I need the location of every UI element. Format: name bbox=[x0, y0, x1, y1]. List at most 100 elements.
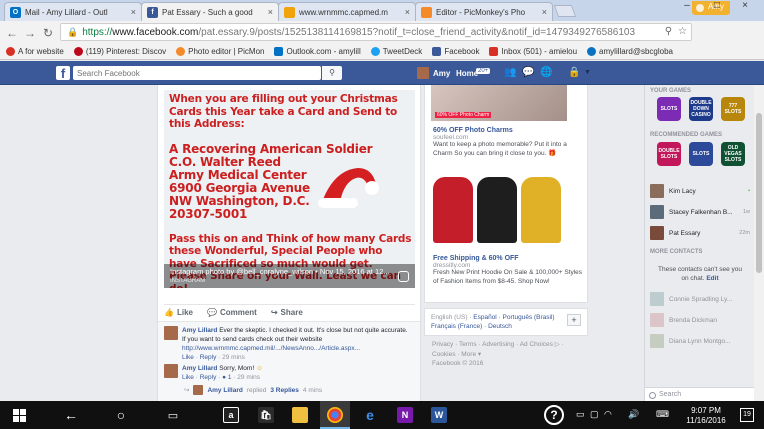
chat-contact[interactable]: Stacey Falkenhan B... 1w bbox=[650, 205, 750, 219]
friend-requests-icon[interactable]: 👥 bbox=[504, 67, 516, 78]
url-field[interactable]: 🔒 https://www.facebook.com/pat.essary.9/… bbox=[60, 23, 692, 41]
windows-start-icon[interactable] bbox=[4, 401, 34, 429]
game-tile[interactable]: SLOTS bbox=[657, 97, 681, 121]
back-icon[interactable]: ← bbox=[4, 26, 20, 40]
bookmark-outlook[interactable]: Outlook.com - amylill bbox=[274, 47, 361, 56]
chat-edit-link[interactable]: Edit bbox=[706, 275, 718, 282]
forward-icon[interactable]: → bbox=[22, 26, 38, 40]
footer-link[interactable]: Ad Choices bbox=[520, 341, 553, 348]
reload-icon[interactable]: ↻ bbox=[40, 26, 56, 40]
maximize-icon[interactable]: □ bbox=[710, 0, 724, 11]
game-tile[interactable]: SLOTS bbox=[689, 142, 713, 166]
battery-icon[interactable]: ▭ bbox=[576, 409, 585, 420]
word-icon[interactable]: W bbox=[431, 407, 447, 423]
close-icon[interactable]: × bbox=[405, 7, 410, 17]
language-link[interactable]: Deutsch bbox=[488, 323, 512, 330]
account-menu-icon[interactable]: ▼ bbox=[584, 69, 591, 76]
store-icon[interactable]: 🛍 bbox=[258, 407, 274, 423]
ad-title[interactable]: Free Shipping & 60% OFF bbox=[433, 255, 583, 262]
profile-link[interactable]: Amy bbox=[417, 67, 450, 79]
back-arrow-icon[interactable]: ← bbox=[56, 401, 86, 429]
comment-like-link[interactable]: Like bbox=[182, 354, 194, 361]
comment-like-count[interactable]: 1 bbox=[228, 374, 232, 381]
tab-facebook-post[interactable]: f Pat Essary - Such a good × bbox=[141, 2, 279, 21]
facebook-logo-icon[interactable]: f bbox=[56, 66, 70, 81]
bookmark-pinterest[interactable]: (119) Pinterest: Discov bbox=[73, 47, 166, 56]
home-link[interactable]: Home bbox=[456, 69, 478, 78]
language-link[interactable]: Português (Brasil) bbox=[503, 314, 555, 321]
avatar[interactable] bbox=[164, 364, 178, 378]
footer-link[interactable]: Privacy bbox=[432, 341, 453, 348]
game-tile[interactable]: DOUBLE DOWN CASINO bbox=[689, 97, 713, 121]
language-link[interactable]: Español bbox=[473, 314, 497, 321]
cortana-icon[interactable]: ○ bbox=[106, 401, 136, 429]
tab-wrnmmc[interactable]: www.wrnmmc.capmed.m × bbox=[278, 2, 416, 21]
page-scrollbar[interactable] bbox=[754, 85, 764, 401]
scrollbar-thumb[interactable] bbox=[756, 113, 762, 273]
comment-author[interactable]: Amy Lillard bbox=[182, 365, 217, 372]
file-explorer-icon[interactable] bbox=[292, 407, 308, 423]
footer-link[interactable]: More bbox=[461, 351, 476, 358]
chrome-icon[interactable] bbox=[327, 407, 343, 423]
help-icon[interactable]: ? bbox=[544, 405, 564, 425]
black-hoodie-image[interactable] bbox=[477, 177, 517, 243]
onenote-icon[interactable]: N bbox=[397, 407, 413, 423]
action-center-icon[interactable]: 19 bbox=[740, 408, 754, 422]
like-button[interactable]: 👍 Like bbox=[164, 308, 193, 317]
comment-like-link[interactable]: Like bbox=[182, 374, 194, 381]
ad-hoodie[interactable]: Free Shipping & 60% OFF dressitly.com Fr… bbox=[433, 255, 583, 286]
bookmark-facebook[interactable]: Facebook bbox=[432, 47, 479, 56]
language-link[interactable]: Français (France) bbox=[431, 323, 482, 330]
comment-reply-link[interactable]: Reply bbox=[200, 374, 217, 381]
notifications-globe-icon[interactable]: 🌐 bbox=[540, 67, 552, 78]
chat-contact-offline[interactable]: Brenda Dickman bbox=[650, 313, 750, 327]
wifi-icon[interactable]: ◠ bbox=[604, 409, 612, 420]
ad-photo-charms[interactable]: 60% OFF Photo Charms soufeel.com Want to… bbox=[433, 127, 583, 158]
search-icon[interactable]: ⚲ bbox=[665, 26, 672, 37]
comment-link[interactable]: http://www.wrnmmc.capmed.mil/.../NewsAnn… bbox=[182, 345, 360, 352]
close-icon[interactable]: × bbox=[542, 7, 547, 17]
game-tile[interactable]: DOUBLE SLOTS bbox=[657, 142, 681, 166]
keyboard-icon[interactable]: ⌨ bbox=[656, 409, 669, 420]
close-icon[interactable]: × bbox=[131, 7, 136, 17]
window-close-icon[interactable]: × bbox=[738, 0, 752, 11]
red-hoodie-image[interactable] bbox=[433, 177, 473, 243]
bookmark-star-icon[interactable]: ☆ bbox=[678, 26, 687, 37]
chat-contact-offline[interactable]: Connie Spradling Ly... bbox=[650, 292, 750, 306]
ad-title[interactable]: 60% OFF Photo Charms bbox=[433, 127, 583, 134]
footer-link[interactable]: Cookies bbox=[432, 351, 455, 358]
bookmark-tweetdeck[interactable]: TweetDeck bbox=[370, 47, 422, 56]
chat-contact[interactable]: Pat Essary 22m bbox=[650, 226, 750, 240]
chat-contact[interactable]: Kim Lacy • bbox=[650, 184, 750, 198]
messages-icon[interactable]: 💬 bbox=[522, 67, 534, 78]
comment-author[interactable]: Amy Lillard bbox=[182, 327, 217, 334]
bookmark-a-for-website[interactable]: A for website bbox=[6, 47, 64, 56]
chat-search-input[interactable]: Search bbox=[645, 387, 755, 401]
quick-help-icon[interactable]: 🔒 bbox=[568, 67, 580, 78]
comment-reply-link[interactable]: Reply bbox=[200, 354, 217, 361]
bookmark-inbox[interactable]: Inbox (501) - amielou bbox=[489, 47, 577, 56]
footer-link[interactable]: Advertising bbox=[482, 341, 514, 348]
yellow-hoodie-image[interactable] bbox=[521, 177, 561, 243]
new-tab-button[interactable] bbox=[553, 5, 577, 17]
share-button[interactable]: ↪ Share bbox=[271, 308, 303, 317]
system-clock[interactable]: 9:07 PM 11/16/2016 bbox=[680, 406, 732, 426]
chat-contact-offline[interactable]: Diana Lynn Montgo... bbox=[650, 334, 750, 348]
ad-image-photo-charm[interactable]: 60% OFF Photo Charm bbox=[431, 85, 567, 121]
tab-outlook-mail[interactable]: O Mail - Amy Lillard - Outl × bbox=[4, 2, 142, 21]
edge-icon[interactable]: e bbox=[362, 407, 378, 423]
amazon-icon[interactable]: a bbox=[223, 407, 239, 423]
post-image[interactable]: When you are filling out your Christmas … bbox=[164, 90, 415, 288]
search-icon[interactable]: ⚲ bbox=[322, 66, 342, 80]
game-tile[interactable]: 777 SLOTS bbox=[721, 97, 745, 121]
volume-icon[interactable]: 🔊 bbox=[628, 409, 639, 420]
minimize-icon[interactable]: – bbox=[680, 0, 694, 11]
comment-button[interactable]: 💬 Comment bbox=[207, 308, 257, 317]
footer-link[interactable]: Terms bbox=[459, 341, 477, 348]
close-icon[interactable]: × bbox=[268, 7, 273, 17]
task-view-icon[interactable]: ▭ bbox=[158, 401, 188, 429]
bookmark-picmonkey[interactable]: Photo editor | PicMon bbox=[176, 47, 264, 56]
facebook-search-input[interactable] bbox=[73, 66, 321, 80]
tablet-mode-icon[interactable]: ▢ bbox=[590, 409, 599, 420]
replies-summary[interactable]: ↪ Amy Lillard replied 3 Replies 4 mins bbox=[184, 385, 322, 395]
